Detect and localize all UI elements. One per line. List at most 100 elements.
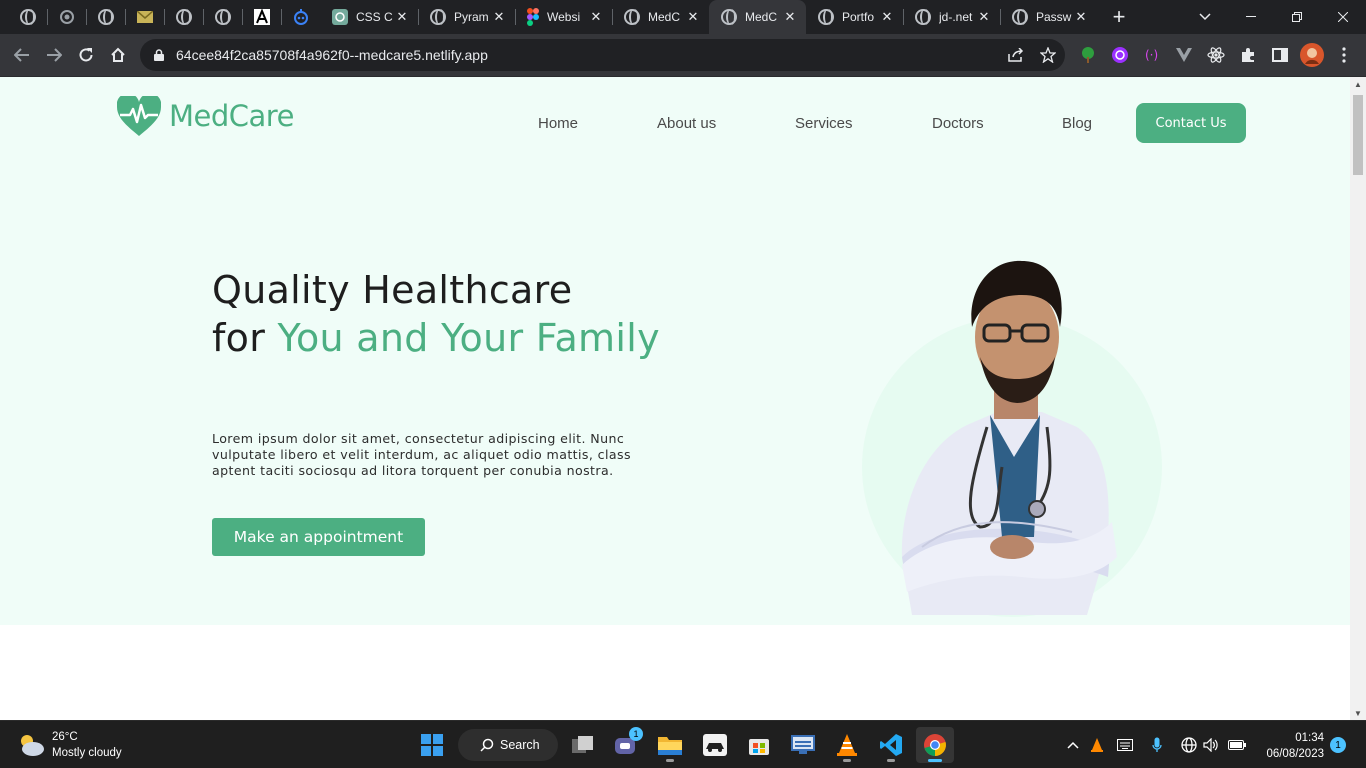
- close-icon[interactable]: ✕: [976, 9, 992, 25]
- hero-title-accent: You and Your Family: [277, 316, 660, 360]
- close-window-button[interactable]: [1320, 0, 1366, 34]
- address-bar[interactable]: 64cee84f2ca85708f4a962f0--medcare5.netli…: [140, 39, 1065, 71]
- system-clock[interactable]: 01:34 06/08/2023: [1258, 730, 1324, 762]
- tab-css[interactable]: CSS C ✕: [320, 0, 418, 34]
- envelope-icon: [136, 11, 153, 23]
- volume-icon[interactable]: [1201, 735, 1221, 755]
- battery-icon[interactable]: [1227, 735, 1247, 755]
- network-globe-icon[interactable]: [1179, 735, 1199, 755]
- tab-medc-1[interactable]: MedC ✕: [612, 0, 709, 34]
- running-indicator: [928, 759, 942, 762]
- profile-avatar[interactable]: [1300, 43, 1324, 67]
- bot-icon: [293, 9, 308, 25]
- new-tab-button[interactable]: +: [1106, 0, 1132, 34]
- react-devtools-icon[interactable]: [1206, 45, 1226, 65]
- close-icon[interactable]: ✕: [491, 9, 507, 25]
- share-icon[interactable]: [1005, 44, 1027, 66]
- vlc-tray-icon[interactable]: [1087, 735, 1107, 755]
- keyboard-icon[interactable]: [1115, 735, 1135, 755]
- tab-jdnet[interactable]: jd-.net ✕: [903, 0, 1000, 34]
- contact-us-button[interactable]: Contact Us: [1136, 103, 1246, 143]
- tab-passw[interactable]: Passw ✕: [1000, 0, 1097, 34]
- make-appointment-button[interactable]: Make an appointment: [212, 518, 425, 556]
- heart-pulse-icon: [117, 96, 161, 136]
- tab-strip: CSS C ✕ Pyram ✕ Websi ✕ MedC ✕ MedC ✕ Po…: [0, 0, 1366, 34]
- vlc-app[interactable]: [828, 727, 866, 763]
- close-icon[interactable]: ✕: [588, 9, 604, 25]
- scroll-down-arrow[interactable]: ▼: [1350, 706, 1366, 720]
- close-icon[interactable]: ✕: [1073, 9, 1089, 25]
- microphone-icon[interactable]: [1147, 735, 1167, 755]
- chrome-app[interactable]: [916, 727, 954, 763]
- side-panel-icon[interactable]: [1270, 45, 1290, 65]
- pinned-tab[interactable]: [242, 0, 281, 34]
- nav-link-doctors[interactable]: Doctors: [932, 115, 984, 132]
- tab-title: jd-.net: [939, 10, 973, 24]
- running-indicator: [666, 759, 674, 762]
- site-logo[interactable]: MedCare: [117, 96, 294, 136]
- url-text: 64cee84f2ca85708f4a962f0--medcare5.netli…: [176, 47, 488, 63]
- purple-extension-icon[interactable]: [1110, 45, 1130, 65]
- forward-button[interactable]: [39, 40, 69, 70]
- hero-title-line1: Quality Healthcare: [212, 268, 573, 312]
- network-app[interactable]: [784, 727, 822, 763]
- extensions-puzzle-icon[interactable]: [1238, 45, 1258, 65]
- pinned-tab[interactable]: [86, 0, 125, 34]
- pinned-tab[interactable]: [164, 0, 203, 34]
- css-peeper-extension-icon[interactable]: (·): [1142, 45, 1162, 65]
- tab-pyram[interactable]: Pyram ✕: [418, 0, 515, 34]
- weather-temp: 26°C: [52, 731, 78, 743]
- globe-icon: [19, 9, 36, 25]
- vscode-app[interactable]: [872, 727, 910, 763]
- reload-button[interactable]: [71, 40, 101, 70]
- nav-link-services[interactable]: Services: [795, 115, 853, 132]
- tab-portfo[interactable]: Portfo ✕: [806, 0, 903, 34]
- bookmark-star-icon[interactable]: [1037, 44, 1059, 66]
- weather-widget[interactable]: 26°C Mostly cloudy: [16, 729, 122, 761]
- close-icon[interactable]: ✕: [394, 9, 410, 25]
- tab-medc-active[interactable]: MedC ✕: [709, 0, 806, 34]
- close-icon[interactable]: ✕: [782, 9, 798, 25]
- start-button[interactable]: [413, 727, 451, 763]
- teams-app[interactable]: 1: [607, 727, 645, 763]
- task-view-button[interactable]: [564, 727, 602, 763]
- vue-devtools-icon[interactable]: [1174, 45, 1194, 65]
- page-scrollbar[interactable]: ▲ ▼: [1350, 77, 1366, 720]
- asphalt-game-app[interactable]: [696, 727, 734, 763]
- nav-link-about[interactable]: About us: [657, 115, 716, 132]
- back-button[interactable]: [7, 40, 37, 70]
- pinned-tab[interactable]: [203, 0, 242, 34]
- chevron-up-icon[interactable]: [1063, 735, 1083, 755]
- search-label: Search: [500, 738, 540, 752]
- search-icon: [480, 738, 494, 752]
- clock-date: 06/08/2023: [1266, 748, 1324, 760]
- taskbar-search[interactable]: Search: [458, 729, 558, 761]
- nav-link-home[interactable]: Home: [538, 115, 578, 132]
- pinned-tab[interactable]: [47, 0, 86, 34]
- pinned-tab[interactable]: [8, 0, 47, 34]
- scroll-up-arrow[interactable]: ▲: [1350, 77, 1366, 91]
- microsoft-store-app[interactable]: [740, 727, 778, 763]
- notification-badge[interactable]: 1: [1330, 737, 1346, 753]
- figma-icon: [527, 8, 539, 26]
- page-viewport: MedCare Home About us Services Doctors B…: [0, 77, 1350, 720]
- minimize-button[interactable]: [1228, 0, 1274, 34]
- restore-button[interactable]: [1274, 0, 1320, 34]
- tab-websi[interactable]: Websi ✕: [515, 0, 612, 34]
- taskbar: 26°C Mostly cloudy Search 1 01:34 06/08/…: [0, 720, 1366, 768]
- close-icon[interactable]: ✕: [685, 9, 701, 25]
- nav-link-blog[interactable]: Blog: [1062, 115, 1092, 132]
- chrome-icon: [924, 734, 946, 756]
- scroll-thumb[interactable]: [1353, 95, 1363, 175]
- globe-icon: [214, 9, 231, 25]
- pinned-tab[interactable]: [281, 0, 320, 34]
- letter-a-icon: [253, 9, 270, 25]
- file-explorer-app[interactable]: [651, 727, 689, 763]
- tab-search-button[interactable]: [1182, 0, 1228, 34]
- close-icon[interactable]: ✕: [879, 9, 895, 25]
- kebab-menu-icon[interactable]: [1334, 45, 1354, 65]
- home-button[interactable]: [103, 40, 133, 70]
- pinned-tab[interactable]: [125, 0, 164, 34]
- windows-logo-icon: [421, 734, 443, 756]
- tree-extension-icon[interactable]: [1078, 45, 1098, 65]
